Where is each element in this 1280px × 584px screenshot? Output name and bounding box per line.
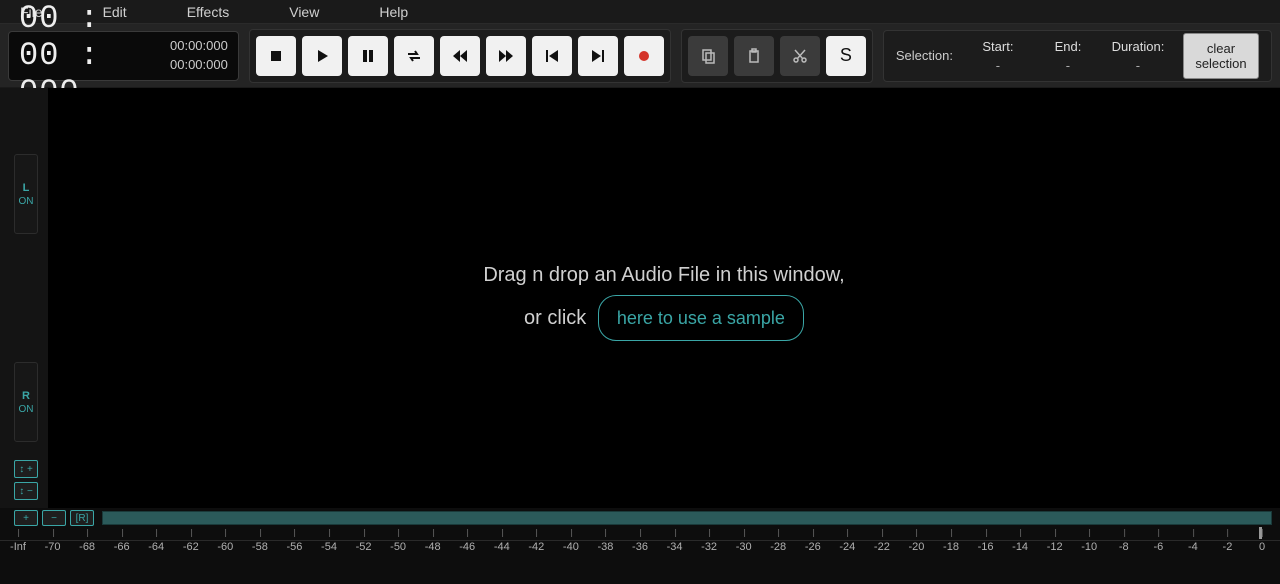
prompt-line1: Drag n drop an Audio File in this window… (483, 255, 844, 295)
db-tick: -Inf (10, 541, 26, 553)
db-tick: -8 (1119, 541, 1129, 553)
db-tick: -38 (597, 541, 613, 553)
db-tick: -46 (459, 541, 475, 553)
channel-gutter: L ON R ON ↕ + ↕ − (0, 88, 48, 508)
vzoom-in-button[interactable]: ↕ + (14, 460, 38, 478)
db-tick: -50 (390, 541, 406, 553)
vzoom-out-button[interactable]: ↕ − (14, 482, 38, 500)
skip-forward-button[interactable] (578, 36, 618, 76)
db-tick: -28 (770, 541, 786, 553)
db-tick: -40 (563, 541, 579, 553)
clear-selection-button[interactable]: clear selection (1183, 33, 1259, 79)
loop-button[interactable] (394, 36, 434, 76)
selection-end-value: - (1066, 58, 1070, 73)
drop-zone[interactable]: Drag n drop an Audio File in this window… (48, 88, 1280, 508)
db-tick: -64 (148, 541, 164, 553)
channel-left-on: ON (19, 196, 34, 207)
db-tick: -18 (943, 541, 959, 553)
db-tick: -60 (217, 541, 233, 553)
menu-view[interactable]: View (289, 4, 319, 20)
db-tick: -58 (252, 541, 268, 553)
menu-help[interactable]: Help (379, 4, 408, 20)
channel-right-on: ON (19, 404, 34, 415)
db-tick: -52 (356, 541, 372, 553)
zoom-strip: + − [R] (0, 508, 1280, 528)
stop-button[interactable] (256, 36, 296, 76)
db-tick: -30 (736, 541, 752, 553)
db-tick: -6 (1153, 541, 1163, 553)
db-tick: -66 (114, 541, 130, 553)
db-tick: 0 (1259, 541, 1265, 553)
menu-effects[interactable]: Effects (187, 4, 230, 20)
db-tick: -36 (632, 541, 648, 553)
selection-start-label: Start: (982, 39, 1013, 54)
selection-label: Selection: (896, 48, 953, 63)
hzoom-in-button[interactable]: + (14, 510, 38, 526)
db-tick: -12 (1047, 541, 1063, 553)
db-tick: -20 (908, 541, 924, 553)
rewind-button[interactable] (440, 36, 480, 76)
pause-button[interactable] (348, 36, 388, 76)
db-tick: -48 (425, 541, 441, 553)
record-button[interactable] (624, 36, 664, 76)
skip-back-button[interactable] (532, 36, 572, 76)
db-tick: -4 (1188, 541, 1198, 553)
selection-panel: Selection: Start: - End: - Duration: - clea… (883, 30, 1272, 82)
transport-group (249, 29, 671, 83)
play-button[interactable] (302, 36, 342, 76)
s-button[interactable]: S (826, 36, 866, 76)
time-display: 00 : 00 : 000 00:00:000 00:00:000 (8, 31, 239, 81)
db-tick: -32 (701, 541, 717, 553)
drop-prompt: Drag n drop an Audio File in this window… (483, 255, 844, 341)
overview-bar[interactable] (102, 511, 1272, 525)
db-tick: -22 (874, 541, 890, 553)
waveform-area: L ON R ON ↕ + ↕ − Drag n drop an Audio F… (0, 88, 1280, 508)
cut-button[interactable] (780, 36, 820, 76)
db-tick: -54 (321, 541, 337, 553)
hzoom-out-button[interactable]: − (42, 510, 66, 526)
db-tick: -56 (286, 541, 302, 553)
db-tick: -26 (805, 541, 821, 553)
channel-right-label: R (22, 390, 30, 402)
fast-forward-button[interactable] (486, 36, 526, 76)
db-tick: -62 (183, 541, 199, 553)
time-sub-top: 00:00:000 (170, 37, 228, 55)
hzoom-reset-button[interactable]: [R] (70, 510, 94, 526)
channel-left-label: L (23, 182, 30, 194)
selection-duration-value: - (1136, 58, 1140, 73)
db-tick: -34 (667, 541, 683, 553)
channel-left-toggle[interactable]: L ON (14, 154, 38, 234)
edit-group: S (681, 29, 873, 83)
selection-start-value: - (996, 58, 1000, 73)
db-ruler: -Inf-70-68-66-64-62-60-58-56-54-52-50-48… (0, 540, 1280, 560)
toolbar: 00 : 00 : 000 00:00:000 00:00:000 S Sele… (0, 24, 1280, 88)
db-tick: -16 (978, 541, 994, 553)
prompt-line2: or click (524, 307, 586, 329)
use-sample-button[interactable]: here to use a sample (598, 295, 804, 341)
db-tick: -42 (528, 541, 544, 553)
menu-bar: File Edit Effects View Help (0, 0, 1280, 24)
db-tick: -14 (1012, 541, 1028, 553)
selection-end-label: End: (1055, 39, 1082, 54)
paste-button[interactable] (734, 36, 774, 76)
db-tick: -68 (79, 541, 95, 553)
db-tick: -10 (1081, 541, 1097, 553)
selection-duration-label: Duration: (1112, 39, 1165, 54)
db-tick: -44 (494, 541, 510, 553)
channel-right-toggle[interactable]: R ON (14, 362, 38, 442)
db-tick: -24 (839, 541, 855, 553)
db-tick: -70 (45, 541, 61, 553)
db-tick: -2 (1223, 541, 1233, 553)
copy-button[interactable] (688, 36, 728, 76)
time-sub-bottom: 00:00:000 (170, 56, 228, 74)
